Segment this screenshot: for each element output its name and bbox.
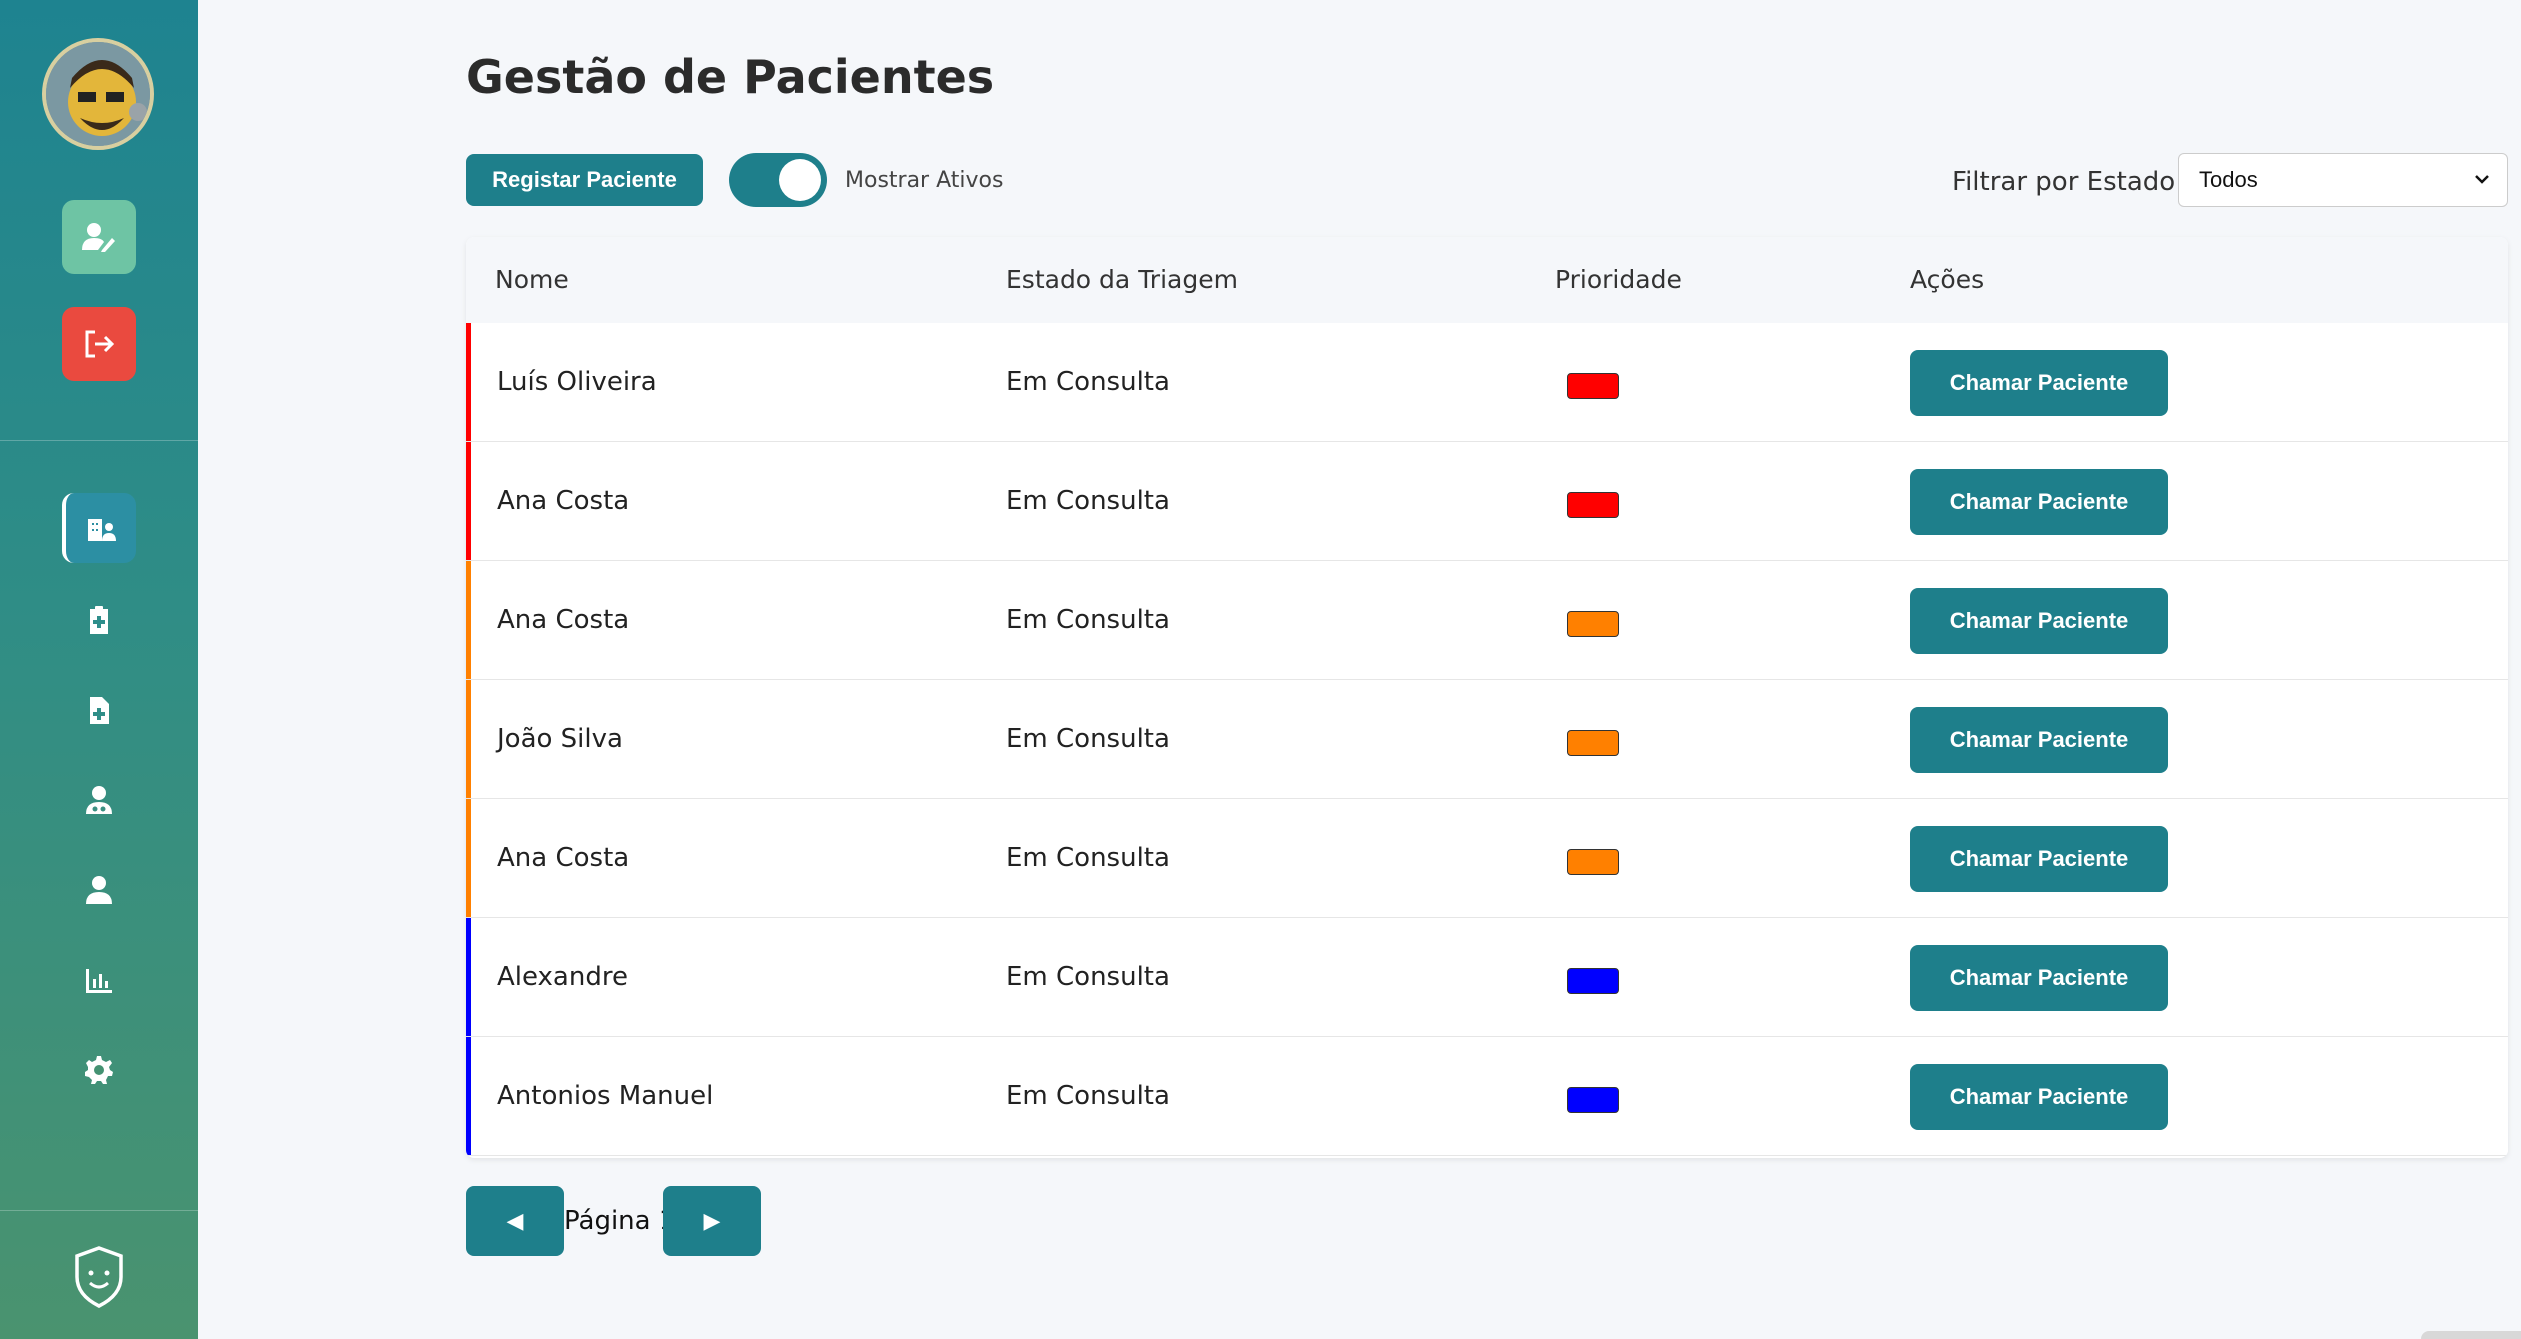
clipboard-medical-icon <box>90 606 108 634</box>
call-patient-button[interactable]: Chamar Paciente <box>1910 469 2168 535</box>
app-logo <box>72 1245 126 1309</box>
priority-stripe <box>466 323 471 441</box>
patient-name: Ana Costa <box>497 843 630 873</box>
priority-indicator <box>1567 373 1619 399</box>
chevron-down-icon <box>2475 175 2489 184</box>
column-header-actions: Ações <box>1910 265 1985 294</box>
next-page-button[interactable]: ▶ <box>663 1186 761 1256</box>
table-row: Alexandre Em Consulta Chamar Paciente <box>466 918 2508 1037</box>
priority-indicator <box>1567 968 1619 994</box>
patient-name: Ana Costa <box>497 486 630 516</box>
sidebar-divider <box>0 1210 198 1211</box>
previous-page-button[interactable]: ◀ <box>466 1186 564 1256</box>
edit-profile-button[interactable] <box>62 200 136 274</box>
window-resize-corner <box>2421 1331 2521 1339</box>
priority-stripe <box>466 680 471 798</box>
column-header-priority: Prioridade <box>1555 265 1682 294</box>
call-patient-button[interactable]: Chamar Paciente <box>1910 707 2168 773</box>
logout-icon <box>85 330 115 358</box>
table-row: Antonios Manuel Em Consulta Chamar Pacient… <box>466 1037 2508 1156</box>
logout-button[interactable] <box>62 307 136 381</box>
nav-records[interactable] <box>62 675 136 745</box>
file-medical-icon <box>90 697 109 724</box>
table-header: Nome Estado da Triagem Prioridade Ações <box>466 237 2508 323</box>
column-header-triage-status: Estado da Triagem <box>1006 265 1238 294</box>
hospital-user-icon <box>88 519 116 541</box>
register-patient-button[interactable]: Registar Paciente <box>466 154 703 206</box>
sidebar-divider <box>0 440 198 441</box>
page-title: Gestão de Pacientes <box>466 50 995 104</box>
patients-table: Nome Estado da Triagem Prioridade Ações … <box>466 237 2508 1158</box>
table-row: Ana Costa Em Consulta Chamar Paciente <box>466 799 2508 918</box>
table-row: Ana Costa Em Consulta Chamar Paciente <box>466 442 2508 561</box>
table-row: Ana Costa Em Consulta Chamar Paciente <box>466 561 2508 680</box>
chart-bar-icon <box>86 969 112 993</box>
user-doctor-icon <box>86 786 112 814</box>
nav-triage[interactable] <box>62 585 136 655</box>
priority-indicator <box>1567 611 1619 637</box>
triage-status: Em Consulta <box>1006 843 1170 873</box>
priority-indicator <box>1567 849 1619 875</box>
priority-indicator <box>1567 1087 1619 1113</box>
priority-indicator <box>1567 492 1619 518</box>
triage-status: Em Consulta <box>1006 1081 1170 1111</box>
triage-status: Em Consulta <box>1006 962 1170 992</box>
triage-status: Em Consulta <box>1006 724 1170 754</box>
nav-patients[interactable] <box>62 493 136 563</box>
show-active-toggle[interactable] <box>729 153 827 207</box>
status-filter-select[interactable]: Todos <box>2178 153 2508 207</box>
patient-name: Luís Oliveira <box>497 367 657 397</box>
filter-label: Filtrar por Estado: <box>1952 167 2184 197</box>
app-logo-icon <box>75 1246 123 1308</box>
patient-name: Alexandre <box>497 962 628 992</box>
sidebar <box>0 0 198 1339</box>
gear-icon <box>85 1056 113 1084</box>
user-edit-icon <box>82 223 115 252</box>
column-header-name: Nome <box>495 265 569 294</box>
priority-stripe <box>466 1037 471 1155</box>
patient-name: João Silva <box>497 724 623 754</box>
table-row: Luís Oliveira Em Consulta Chamar Paciente <box>466 323 2508 442</box>
call-patient-button[interactable]: Chamar Paciente <box>1910 826 2168 892</box>
priority-stripe <box>466 442 471 560</box>
nav-statistics[interactable] <box>62 945 136 1015</box>
nav-settings[interactable] <box>62 1035 136 1105</box>
priority-indicator <box>1567 730 1619 756</box>
nav-users[interactable] <box>62 855 136 925</box>
triage-status: Em Consulta <box>1006 367 1170 397</box>
user-icon <box>86 876 112 904</box>
triage-status: Em Consulta <box>1006 486 1170 516</box>
toggle-knob <box>779 159 821 201</box>
table-row: João Silva Em Consulta Chamar Paciente <box>466 680 2508 799</box>
nav-doctors[interactable] <box>62 765 136 835</box>
triage-status: Em Consulta <box>1006 605 1170 635</box>
priority-stripe <box>466 561 471 679</box>
patient-name: Ana Costa <box>497 605 630 635</box>
user-avatar[interactable] <box>42 38 154 150</box>
call-patient-button[interactable]: Chamar Paciente <box>1910 588 2168 654</box>
call-patient-button[interactable]: Chamar Paciente <box>1910 350 2168 416</box>
show-active-label: Mostrar Ativos <box>845 168 1004 193</box>
filter-selected-value: Todos <box>2199 167 2258 192</box>
call-patient-button[interactable]: Chamar Paciente <box>1910 1064 2168 1130</box>
patient-name: Antonios Manuel <box>497 1081 714 1111</box>
page-indicator: Página 1 <box>564 1206 676 1236</box>
priority-stripe <box>466 918 471 1036</box>
call-patient-button[interactable]: Chamar Paciente <box>1910 945 2168 1011</box>
priority-stripe <box>466 799 471 917</box>
